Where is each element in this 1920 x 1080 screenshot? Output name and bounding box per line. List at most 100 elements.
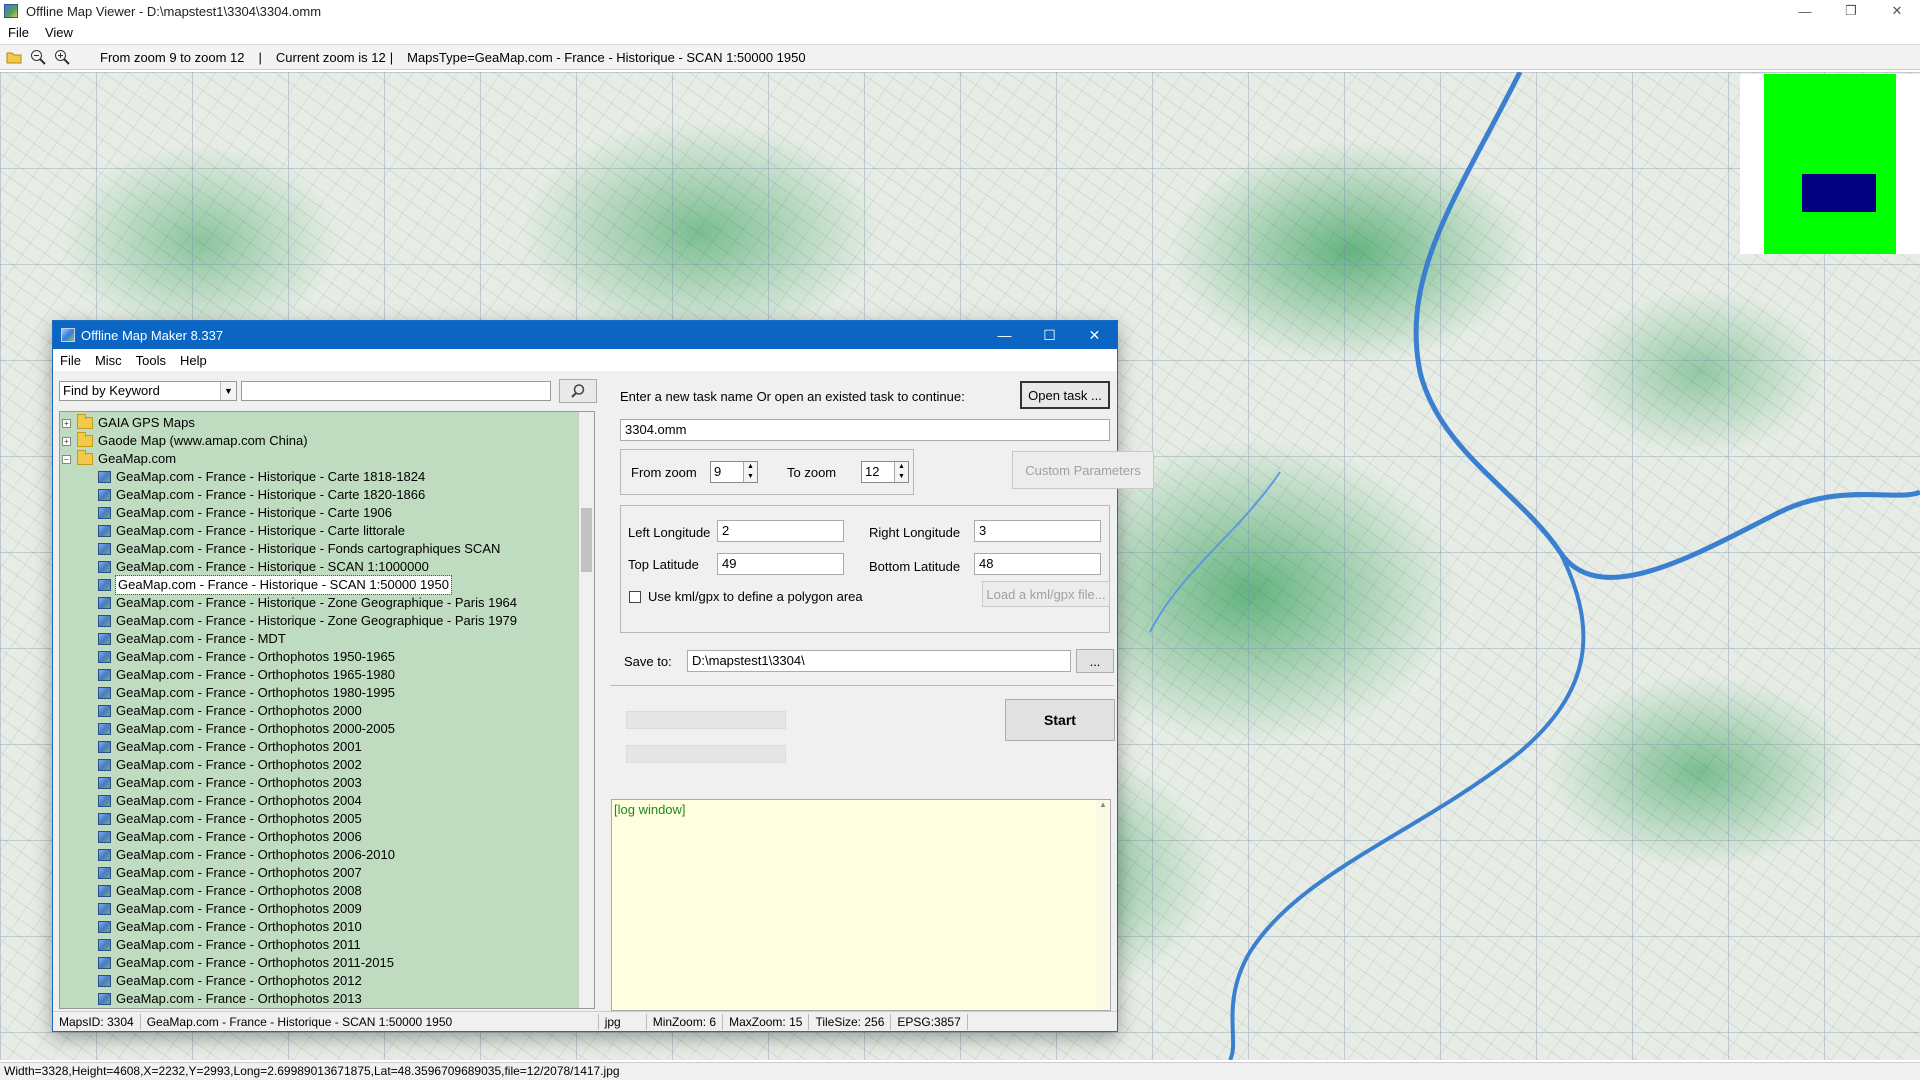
maker-menu-misc[interactable]: Misc — [88, 353, 129, 368]
custom-parameters-button[interactable]: Custom Parameters — [1012, 451, 1154, 489]
tree-folder-row[interactable]: − GeaMap.com — [62, 450, 176, 468]
tree-map-label: GeaMap.com - France - Orthophotos 2007 — [116, 865, 362, 880]
load-kml-button[interactable]: Load a kml/gpx file... — [982, 581, 1110, 607]
tree-folder-row[interactable]: + GAIA GPS Maps — [62, 414, 195, 432]
tree-map-item[interactable]: GeaMap.com - France - Historique - Fonds… — [98, 540, 500, 558]
tree-scrollbar[interactable] — [578, 412, 594, 1008]
tree-map-item[interactable]: GeaMap.com - France - Orthophotos 2006-2… — [98, 846, 395, 864]
task-name-field[interactable]: 3304.omm — [620, 419, 1110, 441]
maker-title: Offline Map Maker 8.337 — [81, 327, 224, 343]
tree-map-item[interactable]: GeaMap.com - France - Orthophotos 1980-1… — [98, 684, 395, 702]
tree-folder-row[interactable]: + Gaode Map (www.amap.com China) — [62, 432, 308, 450]
menu-file[interactable]: File — [0, 25, 37, 40]
tree-map-item[interactable]: GeaMap.com - France - Historique - Carte… — [98, 486, 425, 504]
tree-map-item[interactable]: GeaMap.com - France - Orthophotos 1950-1… — [98, 648, 395, 666]
map-icon — [98, 939, 111, 951]
browse-button[interactable]: ... — [1076, 649, 1114, 673]
log-window[interactable]: [log window] ▲ — [611, 799, 1111, 1011]
status-epsg: EPSG:3857 — [891, 1013, 968, 1030]
maker-menu-help[interactable]: Help — [173, 353, 214, 368]
zoom-in-icon[interactable] — [52, 47, 72, 67]
menu-view[interactable]: View — [37, 25, 81, 40]
tree-map-label: GeaMap.com - France - Orthophotos 2001 — [116, 739, 362, 754]
from-zoom-label: From zoom — [631, 465, 697, 480]
tree-map-item[interactable]: GeaMap.com - France - Historique - Zone … — [98, 594, 517, 612]
stepper-down-icon[interactable]: ▼ — [744, 472, 757, 482]
chevron-down-icon[interactable]: ▼ — [220, 382, 236, 400]
map-icon — [98, 993, 111, 1005]
to-zoom-stepper[interactable]: 12 ▲ ▼ — [861, 461, 909, 483]
collapse-icon[interactable]: − — [62, 454, 71, 464]
tree-scrollbar-thumb[interactable] — [581, 508, 592, 572]
search-input[interactable] — [241, 381, 551, 401]
top-latitude-field[interactable]: 49 — [717, 553, 844, 575]
maker-menu-tools[interactable]: Tools — [129, 353, 173, 368]
stepper-up-icon[interactable]: ▲ — [895, 462, 908, 472]
tree-map-item[interactable]: GeaMap.com - France - Historique - Carte… — [98, 504, 392, 522]
tree-map-item[interactable]: GeaMap.com - France - Orthophotos 2013 — [98, 990, 362, 1008]
stepper-up-icon[interactable]: ▲ — [744, 462, 757, 472]
tree-map-label: GeaMap.com - France - Historique - Carte… — [116, 487, 426, 502]
map-icon — [98, 831, 111, 843]
tree-map-item[interactable]: GeaMap.com - France - Orthophotos 2001 — [98, 738, 362, 756]
tree-map-item[interactable]: GeaMap.com - France - Orthophotos 2012 — [98, 972, 362, 990]
zoom-out-icon[interactable] — [28, 47, 48, 67]
right-longitude-field[interactable]: 3 — [974, 520, 1101, 542]
search-button[interactable] — [559, 379, 597, 403]
status-maps-id: MapsID: 3304 — [53, 1013, 141, 1030]
tree-map-item[interactable]: GeaMap.com - France - Orthophotos 2000 — [98, 702, 362, 720]
tree-map-item[interactable]: GeaMap.com - France - Orthophotos 2010 — [98, 918, 362, 936]
start-button[interactable]: Start — [1005, 699, 1115, 741]
tree-map-item[interactable]: GeaMap.com - France - Orthophotos 1965-1… — [98, 666, 395, 684]
tree-map-item[interactable]: GeaMap.com - France - Orthophotos 2004 — [98, 792, 362, 810]
open-folder-icon[interactable] — [4, 47, 24, 67]
minimize-icon[interactable]: — — [1782, 0, 1828, 22]
tree-map-item[interactable]: GeaMap.com - France - Orthophotos 2011-2… — [98, 954, 394, 972]
left-longitude-field[interactable]: 2 — [717, 520, 844, 542]
map-icon — [98, 813, 111, 825]
tree-map-item[interactable]: GeaMap.com - France - Historique - Carte… — [98, 468, 425, 486]
top-latitude-label: Top Latitude — [628, 557, 699, 572]
maker-status-bar: MapsID: 3304 GeaMap.com - France - Histo… — [53, 1011, 1117, 1031]
expand-icon[interactable]: + — [62, 418, 71, 428]
bottom-latitude-field[interactable]: 48 — [974, 553, 1101, 575]
stepper-down-icon[interactable]: ▼ — [895, 472, 908, 482]
tree-map-item[interactable]: GeaMap.com - France - Orthophotos 2005 — [98, 810, 362, 828]
kml-polygon-label: Use kml/gpx to define a polygon area — [648, 589, 863, 604]
tree-map-item[interactable]: GeaMap.com - France - Orthophotos 2007 — [98, 864, 362, 882]
tree-map-item[interactable]: GeaMap.com - France - Orthophotos 2008 — [98, 882, 362, 900]
maker-maximize-icon[interactable]: ☐ — [1027, 321, 1072, 349]
map-icon — [98, 867, 111, 879]
tree-map-item[interactable]: GeaMap.com - France - Orthophotos 2002 — [98, 756, 362, 774]
map-icon — [98, 957, 111, 969]
kml-polygon-checkbox[interactable] — [629, 591, 641, 603]
expand-icon[interactable]: + — [62, 436, 71, 446]
minimap[interactable] — [1740, 74, 1920, 254]
tree-map-item[interactable]: GeaMap.com - France - Orthophotos 2009 — [98, 900, 362, 918]
minimap-area — [1764, 74, 1896, 254]
restore-icon[interactable]: ❐ — [1828, 0, 1874, 22]
maker-minimize-icon[interactable]: — — [982, 321, 1027, 349]
scroll-up-icon[interactable]: ▲ — [1096, 800, 1110, 809]
tree-map-item[interactable]: GeaMap.com - France - Historique - Zone … — [98, 612, 517, 630]
tree-map-item[interactable]: GeaMap.com - France - Orthophotos 2006 — [98, 828, 362, 846]
close-icon[interactable]: ✕ — [1874, 0, 1920, 22]
tree-map-item[interactable]: GeaMap.com - France - Orthophotos 2003 — [98, 774, 362, 792]
tree-map-item[interactable]: GeaMap.com - France - Orthophotos 2000-2… — [98, 720, 395, 738]
tree-map-item[interactable]: GeaMap.com - France - MDT — [98, 630, 286, 648]
tree-map-item[interactable]: GeaMap.com - France - Historique - SCAN … — [98, 575, 452, 595]
tree-map-item[interactable]: GeaMap.com - France - Historique - Carte… — [98, 522, 405, 540]
log-scrollbar[interactable]: ▲ — [1096, 800, 1110, 1010]
search-mode-select[interactable]: Find by Keyword ▼ — [59, 381, 237, 401]
tree-map-item[interactable]: GeaMap.com - France - Orthophotos 2011 — [98, 936, 361, 954]
maker-menu-file[interactable]: File — [53, 353, 88, 368]
save-path-field[interactable]: D:\mapstest1\3304\ — [687, 650, 1071, 672]
map-tree[interactable]: + GAIA GPS Maps + Gaode Map (www.amap.com C… — [59, 411, 595, 1009]
tree-map-label: GeaMap.com - France - Historique - Fonds… — [116, 541, 501, 556]
tree-map-label: GeaMap.com - France - Orthophotos 2005 — [116, 811, 362, 826]
tree-map-item[interactable]: GeaMap.com - France - Historique - SCAN … — [98, 558, 429, 576]
minimap-viewport[interactable] — [1802, 174, 1876, 212]
maker-close-icon[interactable]: ✕ — [1072, 321, 1117, 349]
from-zoom-stepper[interactable]: 9 ▲ ▼ — [710, 461, 758, 483]
open-task-button[interactable]: Open task ... — [1020, 381, 1110, 409]
